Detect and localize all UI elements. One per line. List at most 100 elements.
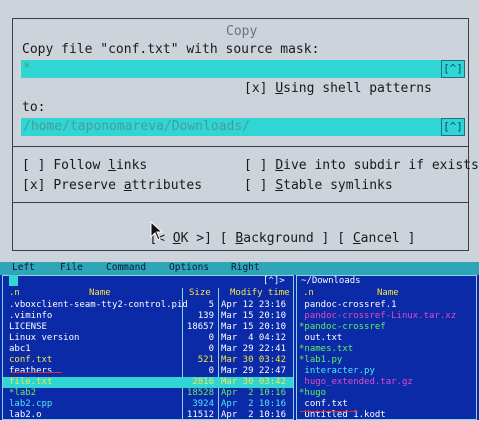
file-row[interactable]: pandoc-crossref-Linux.tar.xz [297, 311, 476, 322]
menu-left[interactable]: Left [12, 262, 35, 273]
menu-command[interactable]: Command [106, 262, 146, 273]
dialog-title: Copy [218, 24, 266, 39]
destination-input[interactable]: /home/taponomareva/Downloads/ [21, 118, 445, 136]
file-row[interactable]: conf.txt [297, 399, 476, 410]
column-header-mtime[interactable]: Modify time [230, 288, 290, 298]
file-mtime: Apr 2 10:16 [221, 410, 287, 420]
file-name: conf.txt [9, 355, 53, 365]
file-name: file.txt [9, 377, 53, 387]
menu-right[interactable]: Right [231, 262, 260, 273]
right-panel-path[interactable]: ~/Downloads [299, 276, 363, 286]
destination-value: /home/taponomareva/Downloads/ [23, 119, 250, 134]
column-header-name[interactable]: Name [377, 288, 399, 298]
bracket: ] [399, 231, 416, 246]
file-row[interactable]: file.txt 2816 Mar 30 03:42 [3, 377, 293, 388]
file-row[interactable]: *names.txt [297, 344, 476, 355]
label-text: Preserve [53, 178, 124, 193]
file-row[interactable]: out.txt [297, 333, 476, 344]
file-name: Linux version [9, 333, 80, 343]
source-history-button[interactable]: [^] [441, 60, 465, 78]
hotkey-letter: O [172, 231, 181, 246]
file-row[interactable]: lab2.cpp 3924 Apr 2 10:16 [3, 399, 293, 410]
label-text: inks [115, 158, 148, 173]
file-mtime: Mar 29 22:41 [221, 344, 287, 354]
file-row[interactable]: lab2.o 11512 Apr 2 10:16 [3, 410, 293, 421]
checkbox-mark: [x] [22, 178, 54, 193]
file-name: lab2.o [9, 410, 42, 420]
file-mtime: Mar 29 22:47 [221, 366, 287, 376]
file-size: 521 [197, 355, 214, 365]
file-row[interactable]: *lab2 18528 Apr 2 10:16 [3, 388, 293, 399]
panel-corner-marker [9, 275, 18, 286]
checkbox-mark: [ ] [244, 178, 276, 193]
bracket: [ [337, 231, 353, 246]
file-row[interactable]: *pandoc-crossref [297, 322, 476, 333]
file-name: *lab2 [9, 388, 37, 398]
file-name: pandoc-crossref.1 [299, 300, 397, 310]
file-name: conf.txt [299, 399, 348, 409]
file-mtime: Mar 4 04:12 [221, 333, 287, 343]
hotkey-letter: U [275, 81, 284, 96]
column-header-name[interactable]: Name [89, 288, 111, 298]
file-name: hugo_extended.tar.gz [299, 377, 413, 387]
file-name: interacter.py [299, 366, 375, 376]
right-panel[interactable]: ~/Downloads .n Name pandoc-crossref.1 pa… [296, 275, 477, 420]
to-label: to: [22, 100, 46, 115]
shell-patterns-checkbox[interactable]: [x] Using shell patterns [244, 81, 432, 96]
background-button[interactable]: [ Background ] [220, 231, 330, 246]
button-label: ancel [360, 231, 400, 246]
file-row[interactable]: hugo_extended.tar.gz [297, 377, 476, 388]
bracket: [ [219, 231, 236, 246]
bracket: >] [188, 231, 212, 246]
separator [12, 146, 469, 147]
file-size: 3924 [192, 399, 214, 409]
file-mtime: Mar 15 20:10 [221, 322, 287, 332]
left-panel-nav-button[interactable]: [^]> [261, 276, 287, 286]
hotkey-letter: a [123, 178, 132, 193]
annotation-underline [300, 411, 358, 412]
file-row[interactable]: conf.txt 521 Mar 30 03:42 [3, 355, 293, 366]
file-name: feathers [9, 366, 53, 376]
file-name: .vboxclient-seam-tty2-control.pid [9, 300, 188, 310]
dive-subdir-checkbox[interactable]: [ ] Dive into subdir if exists [244, 158, 479, 173]
column-header-size[interactable]: Size [189, 288, 211, 298]
bracket: ] [313, 231, 330, 246]
mouse-pointer-icon [150, 221, 164, 241]
destination-history-button[interactable]: [^] [441, 118, 465, 136]
file-mtime: Apr 2 10:16 [221, 388, 287, 398]
source-mask-value: * [23, 61, 31, 76]
follow-links-checkbox[interactable]: [ ] Follow links [22, 158, 147, 173]
label-text: table symlinks [283, 178, 393, 193]
file-mtime: Mar 30 03:42 [221, 377, 287, 387]
left-panel[interactable]: [^]> .n Name Size Modify time .vboxclien… [2, 275, 294, 421]
source-mask-input[interactable]: * [21, 60, 445, 78]
file-row[interactable]: *lab1.py [297, 355, 476, 366]
file-name: *lab1.py [299, 355, 343, 365]
copy-dialog: Copy Copy file "conf.txt" with source ma… [0, 0, 479, 258]
preserve-attributes-checkbox[interactable]: [x] Preserve attributes [22, 178, 202, 193]
file-row[interactable]: pandoc-crossref.1 [297, 300, 476, 311]
file-mtime: Mar 15 20:10 [221, 311, 287, 321]
file-row[interactable]: Linux version 0 Mar 4 04:12 [3, 333, 293, 344]
menu-file[interactable]: File [60, 262, 83, 273]
column-header-n: .n [303, 288, 314, 298]
column-header-n: .n [9, 288, 20, 298]
file-name: out.txt [299, 333, 343, 343]
menu-options[interactable]: Options [169, 262, 209, 273]
checkbox-mark: [ ] [244, 158, 276, 173]
file-size: 0 [208, 366, 214, 376]
file-name: *pandoc-crossref [299, 322, 386, 332]
label-text: ive into subdir if exists [283, 158, 479, 173]
file-row[interactable]: interacter.py [297, 366, 476, 377]
file-size: 2816 [192, 377, 214, 387]
file-row[interactable]: *hugo [297, 388, 476, 399]
file-row[interactable]: abc1 0 Mar 29 22:41 [3, 344, 293, 355]
stable-symlinks-checkbox[interactable]: [ ] Stable symlinks [244, 178, 393, 193]
label-text: ttributes [131, 178, 203, 193]
label-text: Follow [53, 158, 109, 173]
file-row[interactable]: .viminfo 139 Mar 15 20:10 [3, 311, 293, 322]
file-name: .viminfo [9, 311, 53, 321]
cancel-button[interactable]: [ Cancel ] [337, 231, 415, 246]
file-row[interactable]: .vboxclient-seam-tty2-control.pid 5 Apr 12… [3, 300, 293, 311]
file-row[interactable]: LICENSE 18657 Mar 15 20:10 [3, 322, 293, 333]
